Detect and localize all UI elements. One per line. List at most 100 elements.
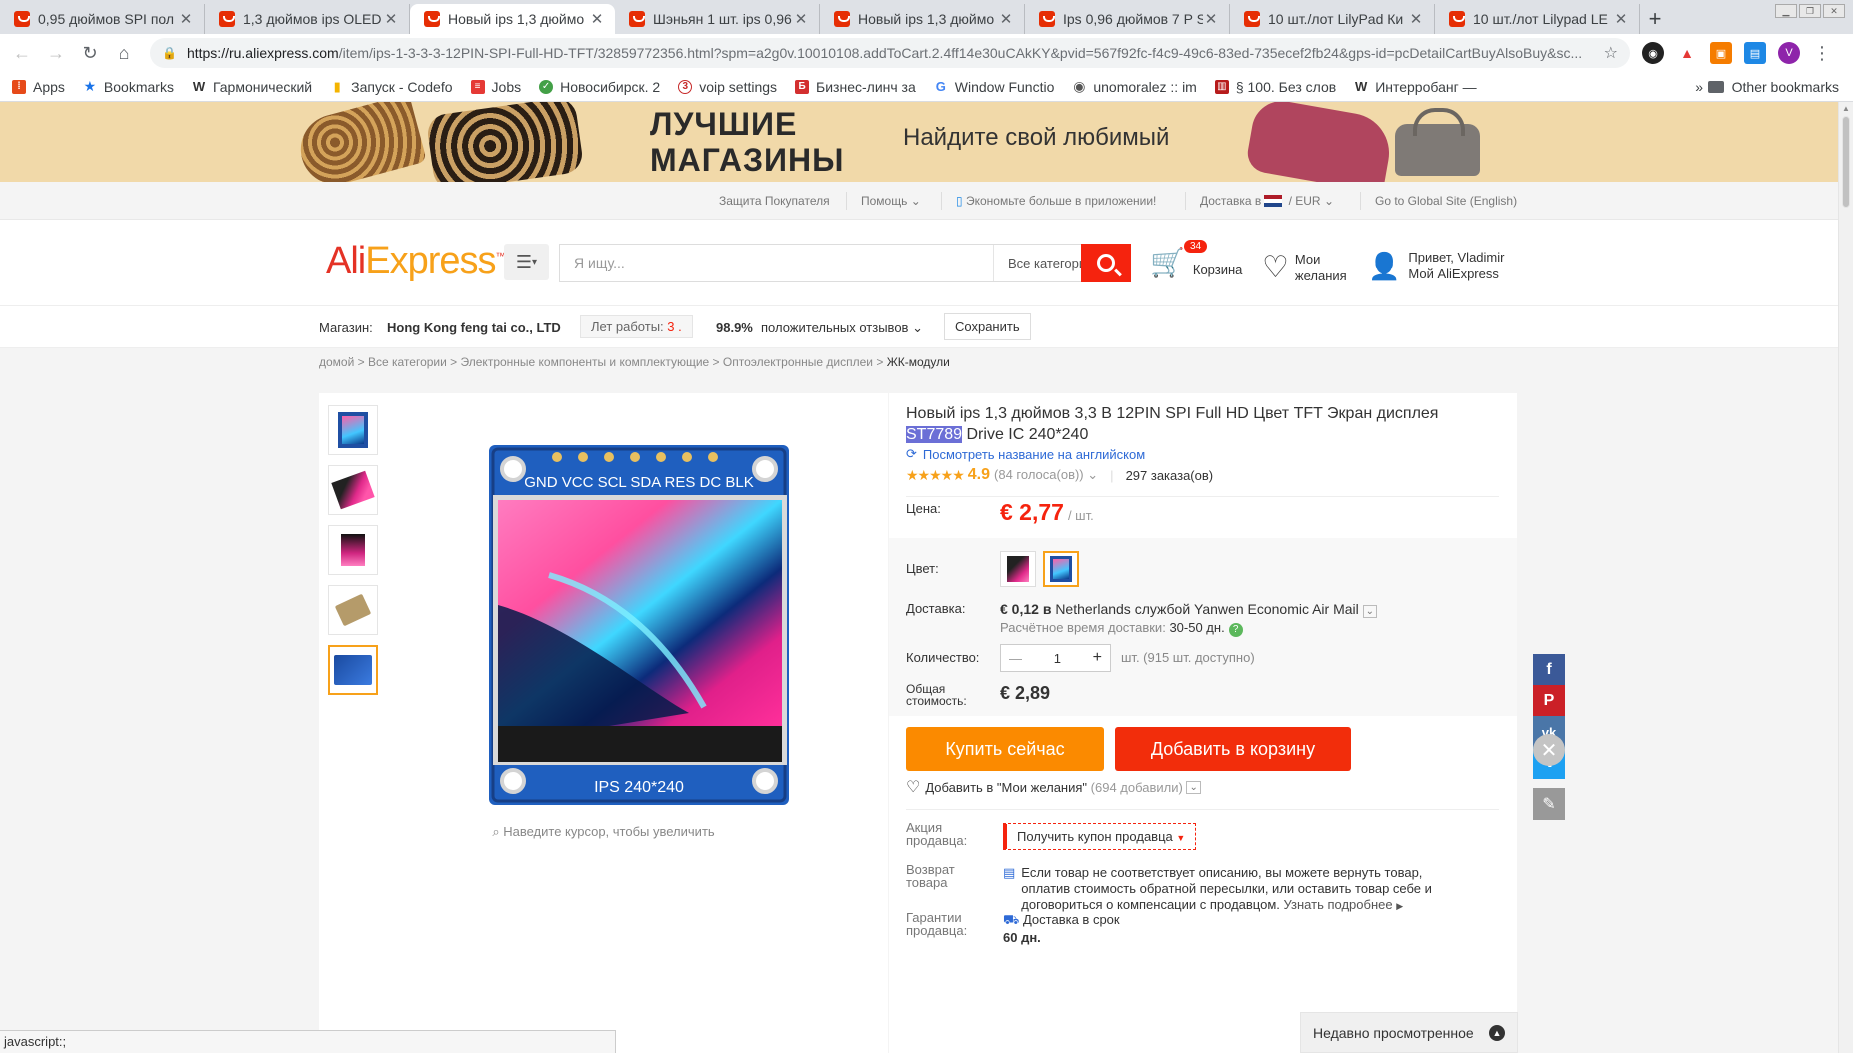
close-window-icon[interactable]: ✕ (1823, 4, 1845, 18)
buy-now-button[interactable]: Купить сейчас (906, 727, 1104, 771)
bookmark-star-icon[interactable]: ☆ (1604, 43, 1618, 63)
browser-tab[interactable]: Шэньян 1 шт. ips 0,96 ✕ (615, 4, 820, 34)
edit-pencil-icon[interactable]: ✎ (1533, 788, 1565, 820)
restore-icon[interactable]: ❐ (1799, 4, 1821, 18)
tab-title: 0,95 дюймов SPI пол (38, 11, 175, 27)
logo-ali: Ali (326, 240, 366, 282)
browser-tab-active[interactable]: Новый ips 1,3 дюймо ✕ (410, 4, 615, 34)
bookmark-item[interactable]: G Window Functio (934, 79, 1055, 95)
extension-icon[interactable]: ▣ (1710, 42, 1732, 64)
gallery-thumbnail[interactable] (328, 525, 378, 575)
cart-link[interactable]: 🛒 34 Корзина (1150, 240, 1242, 279)
bookmark-item[interactable]: ≡ Jobs (470, 79, 521, 95)
browser-tab[interactable]: Ips 0,96 дюймов 7 P S ✕ (1025, 4, 1230, 34)
color-option-selected[interactable] (1043, 551, 1079, 587)
search-button[interactable] (1081, 244, 1131, 282)
aliexpress-logo[interactable]: AliExpress™ (326, 240, 506, 283)
color-option[interactable] (1000, 551, 1036, 587)
store-name-link[interactable]: Hong Kong feng tai co., LTD (387, 320, 561, 335)
quantity-input[interactable]: 1 (1054, 651, 1061, 666)
browser-tab[interactable]: 10 шт./лот LilyPad Ки ✕ (1230, 4, 1435, 34)
close-tab-icon[interactable]: ✕ (1203, 10, 1219, 28)
ship-to-selector[interactable]: Доставка в / EUR ⌄ (1200, 194, 1334, 208)
browser-tab[interactable]: Новый ips 1,3 дюймо ✕ (820, 4, 1025, 34)
bookmark-item[interactable]: W Интерробанг — (1354, 79, 1477, 95)
browser-tab[interactable]: 10 шт./лот Lilypad LE ✕ (1435, 4, 1640, 34)
positive-feedback-dropdown[interactable]: положительных отзывов ⌄ (761, 320, 923, 336)
extension-icon[interactable]: ◉ (1642, 42, 1664, 64)
search-input[interactable]: Я ищу... (560, 255, 993, 271)
other-bookmarks[interactable]: Other bookmarks (1707, 72, 1839, 102)
browser-tab[interactable]: 0,95 дюймов SPI пол ✕ (0, 4, 205, 34)
breadcrumb-link[interactable]: Электронные компоненты и комплектующие (461, 355, 710, 369)
breadcrumb-link[interactable]: Все категории (368, 355, 447, 369)
extension-icon[interactable]: ▲ (1676, 42, 1698, 64)
close-tab-icon[interactable]: ✕ (178, 10, 194, 28)
close-share-bar-icon[interactable]: ✕ (1533, 734, 1565, 766)
close-tab-icon[interactable]: ✕ (589, 10, 605, 28)
bookmark-item[interactable]: W Гармонический (192, 79, 312, 95)
categories-menu-button[interactable]: ☰ ▾ (504, 244, 549, 280)
close-tab-icon[interactable]: ✕ (998, 10, 1014, 28)
promo-banner[interactable]: ЛУЧШИЕ МАГАЗИНЫ Найдите свой любимый (0, 102, 1838, 182)
gallery-thumbnail[interactable] (328, 585, 378, 635)
bookmark-item[interactable]: ▮ Запуск - Codefo (330, 79, 453, 95)
reload-icon[interactable]: ↻ (76, 39, 104, 67)
help-icon[interactable]: ? (1228, 623, 1243, 637)
bookmark-item[interactable]: 3 voip settings (678, 79, 777, 95)
display-bezel (498, 726, 782, 762)
add-to-cart-button[interactable]: Добавить в корзину (1115, 727, 1351, 771)
breadcrumb-link[interactable]: домой (319, 355, 354, 369)
account-link[interactable]: 👤 Привет, Vladimir Мой AliExpress (1368, 250, 1504, 282)
bookmark-item[interactable]: Б Бизнес-линч за (795, 79, 916, 95)
menu-kebab-icon[interactable]: ⋮ (1808, 39, 1836, 67)
gallery-thumbnail[interactable] (328, 405, 378, 455)
app-promo-link[interactable]: ▯ Экономьте больше в приложении! (956, 194, 1156, 208)
bookmark-item[interactable]: ⁞ Apps (12, 79, 65, 95)
extension-icon[interactable]: ▤ (1744, 42, 1766, 64)
bookmark-item[interactable]: ★ Bookmarks (83, 78, 174, 95)
global-site-link[interactable]: Go to Global Site (English) (1375, 194, 1517, 208)
new-tab-button[interactable]: + (1640, 4, 1670, 34)
bookmark-item[interactable]: ◉ unomoralez :: im (1072, 78, 1197, 95)
close-tab-icon[interactable]: ✕ (793, 10, 809, 28)
minus-icon[interactable]: — (1009, 651, 1022, 666)
page-scrollbar[interactable]: ▲ (1838, 102, 1853, 1053)
scroll-up-arrow-icon[interactable]: ▲ (1842, 104, 1850, 113)
browser-tab[interactable]: 1,3 дюймов ips OLED ✕ (205, 4, 410, 34)
add-to-wishlist-link[interactable]: ♡ Добавить в "Мои желания" (694 добавили… (906, 777, 1499, 810)
facebook-share-icon[interactable]: f (1533, 654, 1565, 686)
close-tab-icon[interactable]: ✕ (1408, 10, 1424, 28)
minimize-icon[interactable]: ▁ (1775, 4, 1797, 18)
wishlist-link[interactable]: ♡ Мои желания (1262, 250, 1347, 285)
profile-avatar[interactable]: V (1778, 42, 1800, 64)
product-main-image[interactable]: GND VCC SCL SDA RES DC BLK IPS 240*240 (489, 445, 789, 805)
save-store-button[interactable]: Сохранить (944, 313, 1031, 340)
close-tab-icon[interactable]: ✕ (1613, 10, 1629, 28)
get-coupon-button[interactable]: Получить купон продавца ▼ (1003, 823, 1197, 850)
view-english-name-link[interactable]: ⟳ Посмотреть название на английском (906, 446, 1145, 462)
back-arrow-icon[interactable]: ← (8, 39, 36, 67)
help-menu[interactable]: Помощь ⌄ (861, 194, 921, 208)
bookmark-item[interactable]: ▥ § 100. Без слов (1214, 79, 1336, 95)
recently-viewed-toggle[interactable]: Недавно просмотренное ▲ (1300, 1012, 1518, 1053)
home-icon[interactable]: ⌂ (110, 39, 138, 67)
bookmark-item[interactable]: ✓ Новосибирск. 2 (539, 79, 660, 95)
hamburger-icon: ☰ (515, 251, 533, 272)
bookmarks-overflow-chevron-icon[interactable]: » (1695, 79, 1703, 95)
scrollbar-thumb[interactable] (1842, 116, 1850, 208)
color-swatch-screen (1053, 559, 1069, 579)
votes-dropdown[interactable]: (84 голоса(ов)) ⌄ (994, 467, 1098, 483)
gallery-thumbnail-selected[interactable] (328, 645, 378, 695)
shipping-selector[interactable]: € 0,12 в Netherlands службой Yanwen Econ… (1000, 601, 1378, 618)
bars-icon: ≡ (470, 79, 485, 94)
address-bar[interactable]: 🔒 https://ru.aliexpress.com/item/ips-1-3… (150, 38, 1630, 68)
learn-more-link[interactable]: Узнать подробнее ▶ (1284, 897, 1404, 912)
breadcrumb-link[interactable]: Оптоэлектронные дисплеи (723, 355, 873, 369)
close-tab-icon[interactable]: ✕ (383, 10, 399, 28)
pinterest-share-icon[interactable]: P (1533, 685, 1565, 717)
forward-arrow-icon[interactable]: → (42, 39, 70, 67)
gallery-thumbnail[interactable] (328, 465, 378, 515)
buyer-protection-link[interactable]: Защита Покупателя (719, 194, 830, 208)
plus-icon[interactable]: + (1093, 649, 1102, 667)
